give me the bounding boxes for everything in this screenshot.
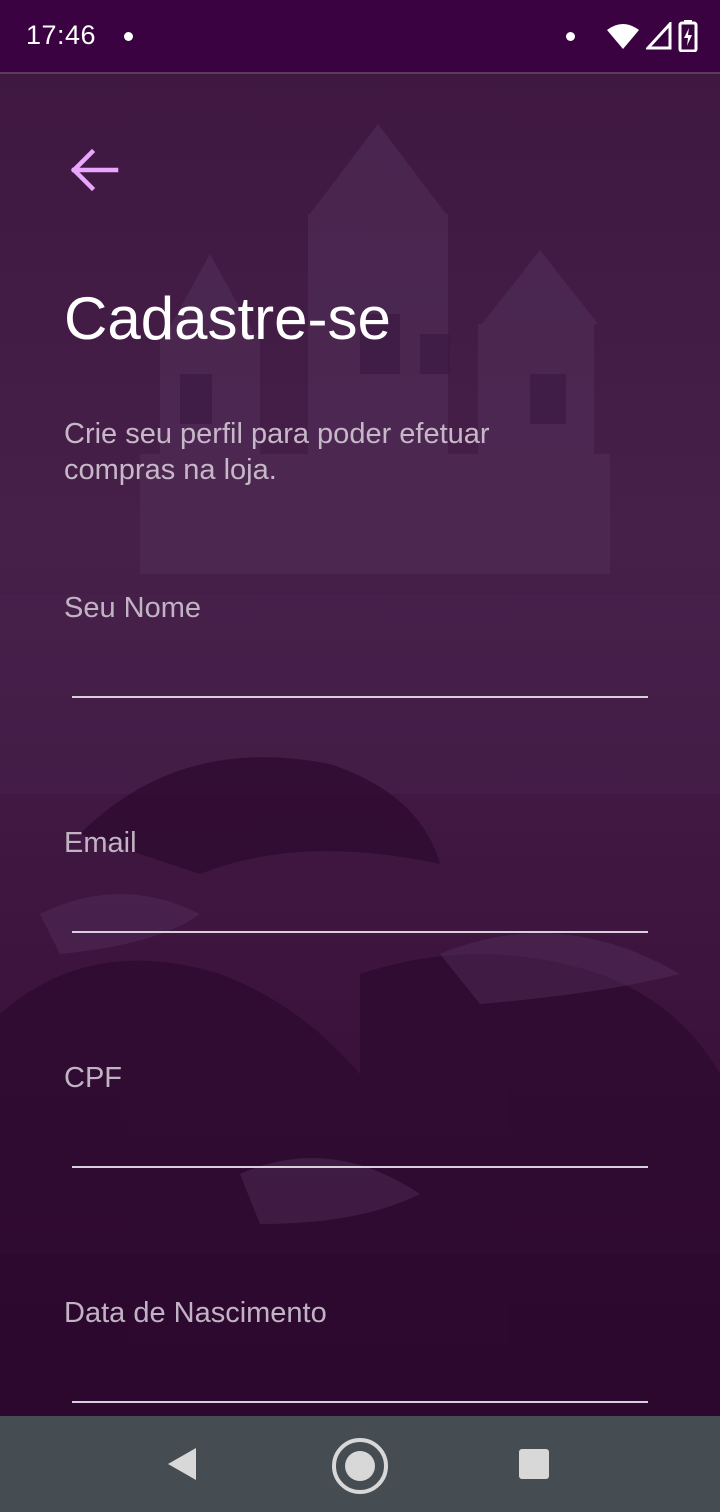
battery-icon xyxy=(678,20,698,52)
page-title: Cadastre-se xyxy=(64,285,391,352)
navigation-bar xyxy=(0,1416,720,1512)
birthdate-input[interactable] xyxy=(72,1347,652,1401)
cpf-field: CPF xyxy=(64,1062,652,1172)
page-subtitle: Crie seu perfil para poder efetuar compr… xyxy=(64,418,490,486)
back-button[interactable] xyxy=(66,146,126,196)
register-screen: Cadastre-se Crie seu perfil para poder e… xyxy=(0,72,720,1418)
nav-back-button[interactable] xyxy=(160,1444,200,1484)
email-input[interactable] xyxy=(72,877,652,931)
pixel-art-background-image xyxy=(0,124,720,1418)
cpf-input[interactable] xyxy=(72,1112,652,1166)
status-time: 17:46 xyxy=(26,20,97,50)
arrow-left-icon xyxy=(70,148,119,192)
wifi-icon xyxy=(607,24,639,49)
name-field: Seu Nome xyxy=(64,592,652,702)
circle-home-icon xyxy=(332,1438,388,1494)
email-field-label: Email xyxy=(64,827,137,859)
name-field-label: Seu Nome xyxy=(64,592,202,624)
notification-dot-icon xyxy=(566,32,575,41)
name-field-underline xyxy=(72,696,648,698)
email-field-underline xyxy=(72,931,648,933)
name-input[interactable] xyxy=(72,642,652,696)
cpf-field-label: CPF xyxy=(64,1062,122,1094)
nav-home-button[interactable] xyxy=(330,1436,390,1496)
nav-recents-button[interactable] xyxy=(516,1446,552,1482)
birthdate-field-label: Data de Nascimento xyxy=(64,1297,327,1329)
square-recents-icon xyxy=(519,1449,549,1479)
email-field: Email xyxy=(64,827,652,937)
birthdate-field-underline xyxy=(72,1401,648,1403)
triangle-back-icon xyxy=(168,1448,196,1480)
status-icons xyxy=(606,20,698,52)
notification-dot-icon xyxy=(124,32,133,41)
signal-icon xyxy=(646,22,672,50)
status-bar: 17:46 xyxy=(0,0,720,72)
cpf-field-underline xyxy=(72,1166,648,1168)
birthdate-field: Data de Nascimento xyxy=(64,1297,652,1407)
